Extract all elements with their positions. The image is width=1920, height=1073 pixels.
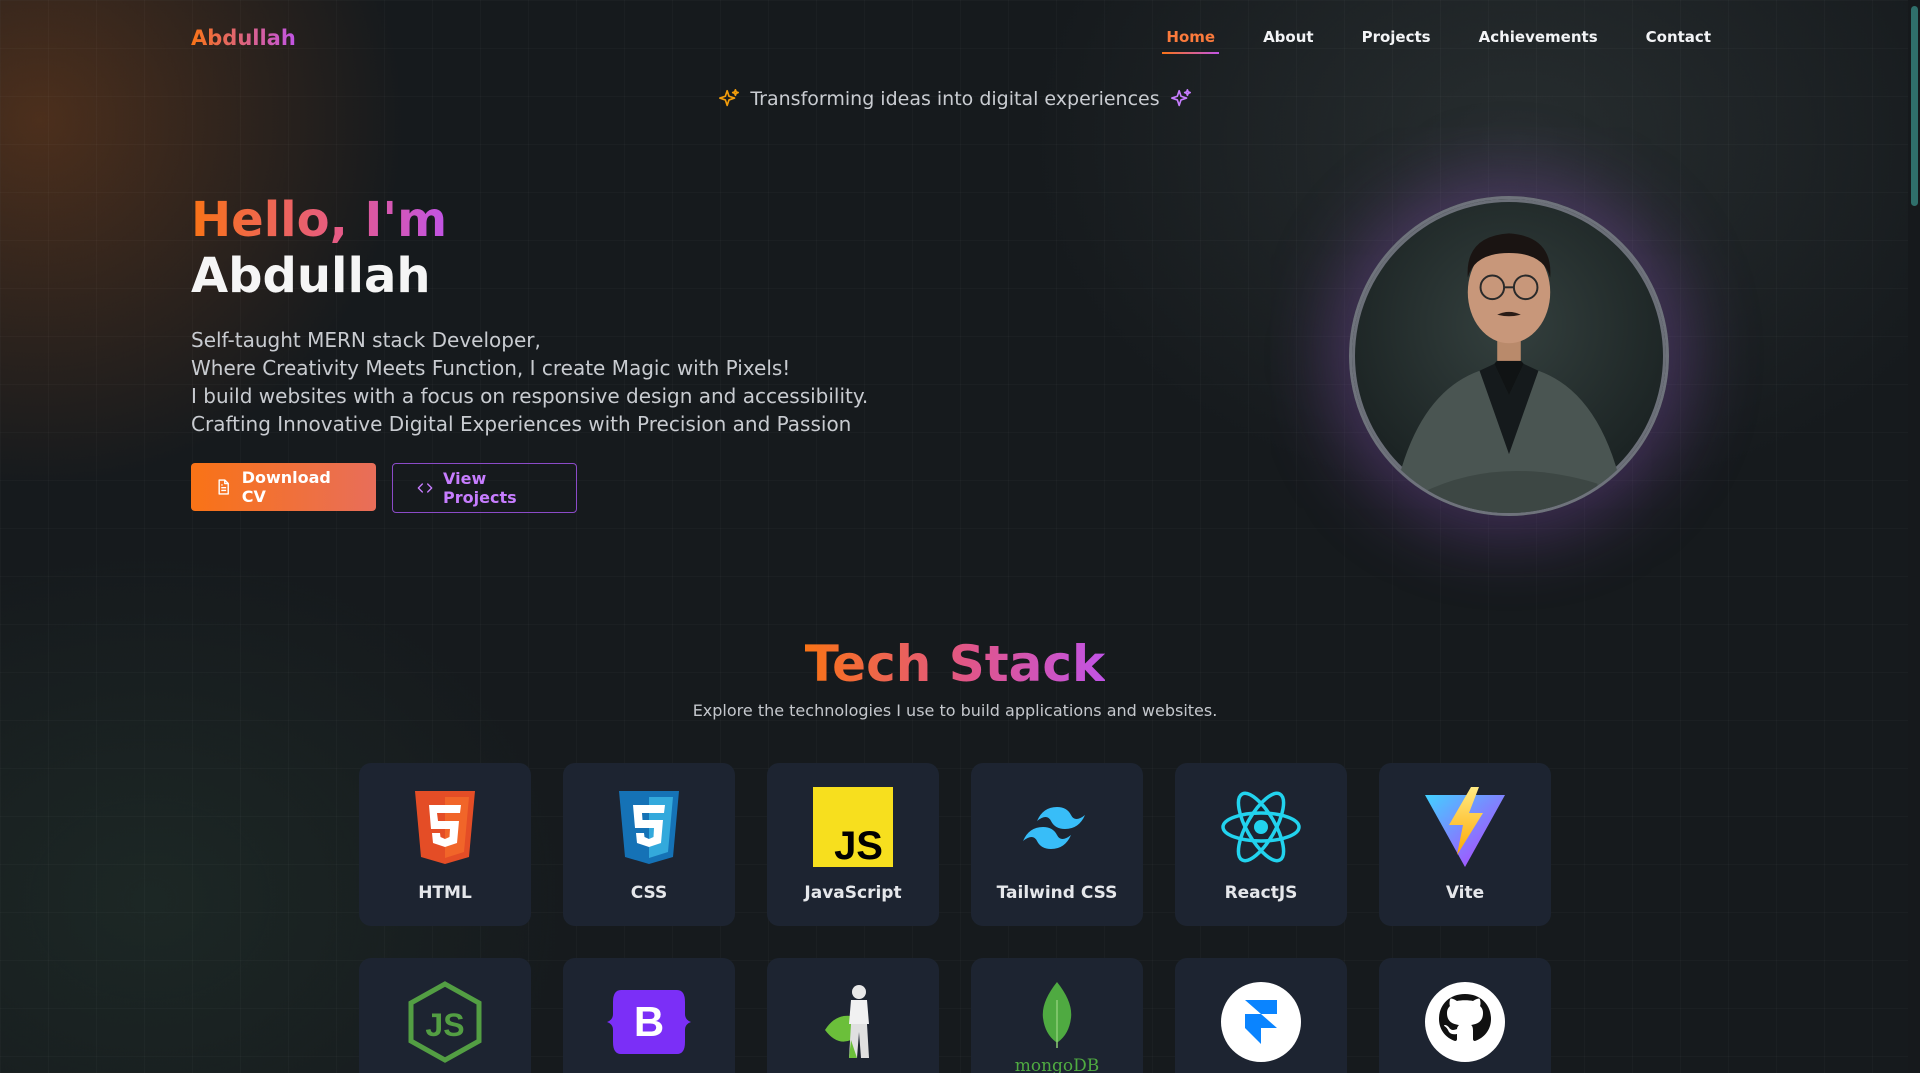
sparkle-icon	[1170, 89, 1191, 107]
svg-text:B: B	[634, 998, 664, 1045]
tech-card-nodejs: JS	[359, 958, 531, 1073]
html5-icon	[415, 791, 475, 864]
mongoose-mascot-icon	[825, 985, 869, 1058]
hero-line: Where Creativity Meets Function, I creat…	[191, 356, 791, 380]
nav-link-home[interactable]: Home	[1162, 24, 1219, 54]
framer-icon	[1221, 982, 1301, 1062]
tech-card-css: CSS	[563, 763, 735, 926]
tech-grid: HTML CSS JS JavaScript Tailwind CSS Reac…	[359, 763, 1551, 1073]
tech-card-mongodb: mongoDB	[971, 958, 1143, 1073]
tech-card-html: HTML	[359, 763, 531, 926]
view-projects-label: View Projects	[443, 469, 517, 507]
navbar: Abdullah Home About Projects Achievement…	[191, 18, 1715, 58]
download-cv-button[interactable]: Download CV	[191, 463, 376, 511]
hero-buttons: Download CV View Projects	[191, 463, 577, 513]
vite-icon	[1425, 787, 1505, 867]
tech-label: ReactJS	[1224, 883, 1298, 903]
site-logo[interactable]: Abdullah	[191, 26, 296, 50]
react-icon	[1221, 791, 1301, 863]
tagline-text: Transforming ideas into digital experien…	[750, 88, 1160, 110]
tech-stack-title: Tech Stack	[804, 635, 1106, 693]
nav-link-projects[interactable]: Projects	[1358, 24, 1435, 52]
hero-greeting: Hello, I'm	[191, 192, 448, 248]
github-icon	[1425, 982, 1505, 1062]
javascript-icon: JS	[813, 787, 893, 868]
nav-links: Home About Projects Achievements Contact	[1162, 24, 1715, 54]
hero-line: I build websites with a focus on respons…	[191, 384, 869, 408]
mongodb-icon	[1042, 982, 1072, 1048]
tech-card-tailwind: Tailwind CSS	[971, 763, 1143, 926]
tagline: Transforming ideas into digital experien…	[0, 88, 1910, 110]
profile-avatar	[1349, 196, 1669, 516]
hero-line: Crafting Innovative Digital Experiences …	[191, 412, 852, 436]
tech-card-react: ReactJS	[1175, 763, 1347, 926]
tech-label: Tailwind CSS	[996, 883, 1118, 903]
download-cv-label: Download CV	[241, 468, 331, 506]
tech-card-javascript: JS JavaScript	[767, 763, 939, 926]
tech-label: Vite	[1445, 883, 1485, 903]
nav-link-achievements[interactable]: Achievements	[1475, 24, 1602, 52]
svg-text:JS: JS	[834, 824, 883, 868]
hero-line: Self-taught MERN stack Developer,	[191, 328, 541, 352]
svg-text:JS: JS	[425, 1007, 464, 1043]
scrollbar[interactable]	[1908, 0, 1920, 1073]
tech-card-vite: Vite	[1379, 763, 1551, 926]
bootstrap-icon: B	[607, 990, 691, 1054]
view-projects-button[interactable]: View Projects	[392, 463, 577, 513]
tech-card-github	[1379, 958, 1551, 1073]
hero-name: Abdullah	[191, 248, 431, 304]
nav-link-about[interactable]: About	[1259, 24, 1318, 52]
sparkle-icon	[719, 89, 740, 107]
profile-photo	[1391, 233, 1627, 513]
scrollbar-thumb[interactable]	[1911, 6, 1918, 206]
tech-stack-subtitle: Explore the technologies I use to build …	[692, 701, 1218, 720]
hero-description: Self-taught MERN stack Developer, Where …	[191, 326, 868, 438]
css3-icon	[619, 791, 679, 864]
hero-heading: Hello, I'm Abdullah	[191, 192, 447, 304]
tech-label: HTML	[418, 883, 472, 903]
tailwind-icon	[1023, 807, 1085, 849]
tech-card-framer	[1175, 958, 1347, 1073]
nodejs-icon: JS	[408, 981, 482, 1063]
code-icon	[417, 483, 433, 493]
tech-label: mongoDB	[1014, 1056, 1100, 1073]
tech-label: CSS	[630, 883, 668, 903]
tech-card-bootstrap: B	[563, 958, 735, 1073]
tech-card-mongoose	[767, 958, 939, 1073]
tech-label: JavaScript	[804, 883, 902, 903]
document-icon	[218, 479, 229, 495]
nav-link-contact[interactable]: Contact	[1642, 24, 1715, 52]
